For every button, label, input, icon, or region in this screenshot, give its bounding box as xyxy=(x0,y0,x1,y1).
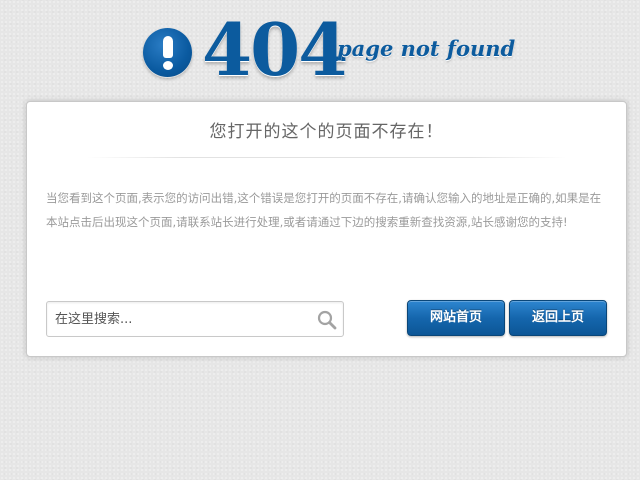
error-panel: 您打开的这个的页面不存在！ 当您看到这个页面,表示您的访问出错,这个错误是您打开… xyxy=(26,101,627,357)
search-box xyxy=(46,301,344,337)
home-button[interactable]: 网站首页 xyxy=(407,300,505,336)
error-code: 404 xyxy=(202,7,348,92)
panel-title: 您打开的这个的页面不存在！ xyxy=(209,122,444,142)
error-message: 当您看到这个页面,表示您的访问出错,这个错误是您打开的页面不存在,请确认您输入的… xyxy=(46,191,602,229)
exclamation-circle-icon xyxy=(143,28,192,77)
back-button[interactable]: 返回上页 xyxy=(509,300,607,336)
error-tagline: page not found xyxy=(337,36,516,61)
page-header: 404 page not found xyxy=(0,7,640,92)
title-divider xyxy=(87,157,567,158)
search-icon[interactable] xyxy=(317,310,337,330)
search-input[interactable] xyxy=(47,302,309,336)
